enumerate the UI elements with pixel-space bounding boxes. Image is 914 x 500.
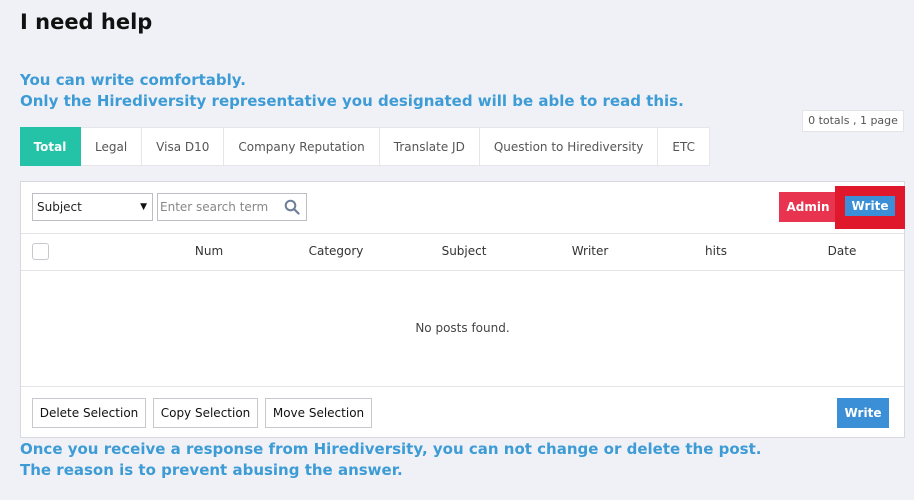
intro-line-2: Only the Hirediversity representative yo… [20,92,684,110]
search-icon[interactable] [284,199,300,215]
board-footer: Delete Selection Copy Selection Move Sel… [21,386,904,438]
caret-down-icon: ▼ [140,202,147,212]
write-button-top[interactable]: Write [845,196,895,216]
tab-company-reputation[interactable]: Company Reputation [224,127,380,166]
tab-etc[interactable]: ETC [658,127,710,166]
board-panel: Subject ▼ Admin Write Num Category Subje… [20,181,905,438]
delete-selection-button[interactable]: Delete Selection [32,398,146,428]
page-info-badge: 0 totals , 1 page [802,110,904,132]
column-header-category: Category [308,244,364,258]
search-input[interactable] [160,195,278,219]
tab-translate-jd[interactable]: Translate JD [379,127,480,166]
notice-line-1: Once you receive a response from Hirediv… [20,440,762,458]
category-tabs: Total Legal Visa D10 Company Reputation … [20,127,710,166]
column-header-date: Date [827,244,857,258]
empty-state-message: No posts found. [21,271,904,387]
tab-total[interactable]: Total [20,127,81,166]
admin-button[interactable]: Admin [779,192,837,222]
table-header: Num Category Subject Writer hits Date [21,233,904,271]
page-title: I need help [20,10,153,34]
select-all-checkbox[interactable] [32,243,49,260]
tab-question-to-hirediversity[interactable]: Question to Hirediversity [479,127,659,166]
notice-text: Once you receive a response from Hirediv… [20,439,761,481]
notice-line-2: The reason is to prevent abusing the ans… [20,461,403,479]
column-header-num: Num [194,244,224,258]
intro-text: You can write comfortably. Only the Hire… [20,70,684,112]
column-header-writer: Writer [571,244,609,258]
search-field-select[interactable]: Subject ▼ [32,193,153,221]
tab-visa-d10[interactable]: Visa D10 [142,127,225,166]
column-header-subject: Subject [441,244,487,258]
write-button-highlight: Write [835,186,905,229]
column-header-hits: hits [705,244,727,258]
board-toolbar: Subject ▼ Admin Write [21,182,905,234]
search-field-value: Subject [37,200,82,214]
copy-selection-button[interactable]: Copy Selection [153,398,258,428]
move-selection-button[interactable]: Move Selection [265,398,372,428]
search-box [157,193,307,221]
tab-legal[interactable]: Legal [81,127,143,166]
write-button-bottom[interactable]: Write [837,398,889,428]
intro-line-1: You can write comfortably. [20,71,246,89]
